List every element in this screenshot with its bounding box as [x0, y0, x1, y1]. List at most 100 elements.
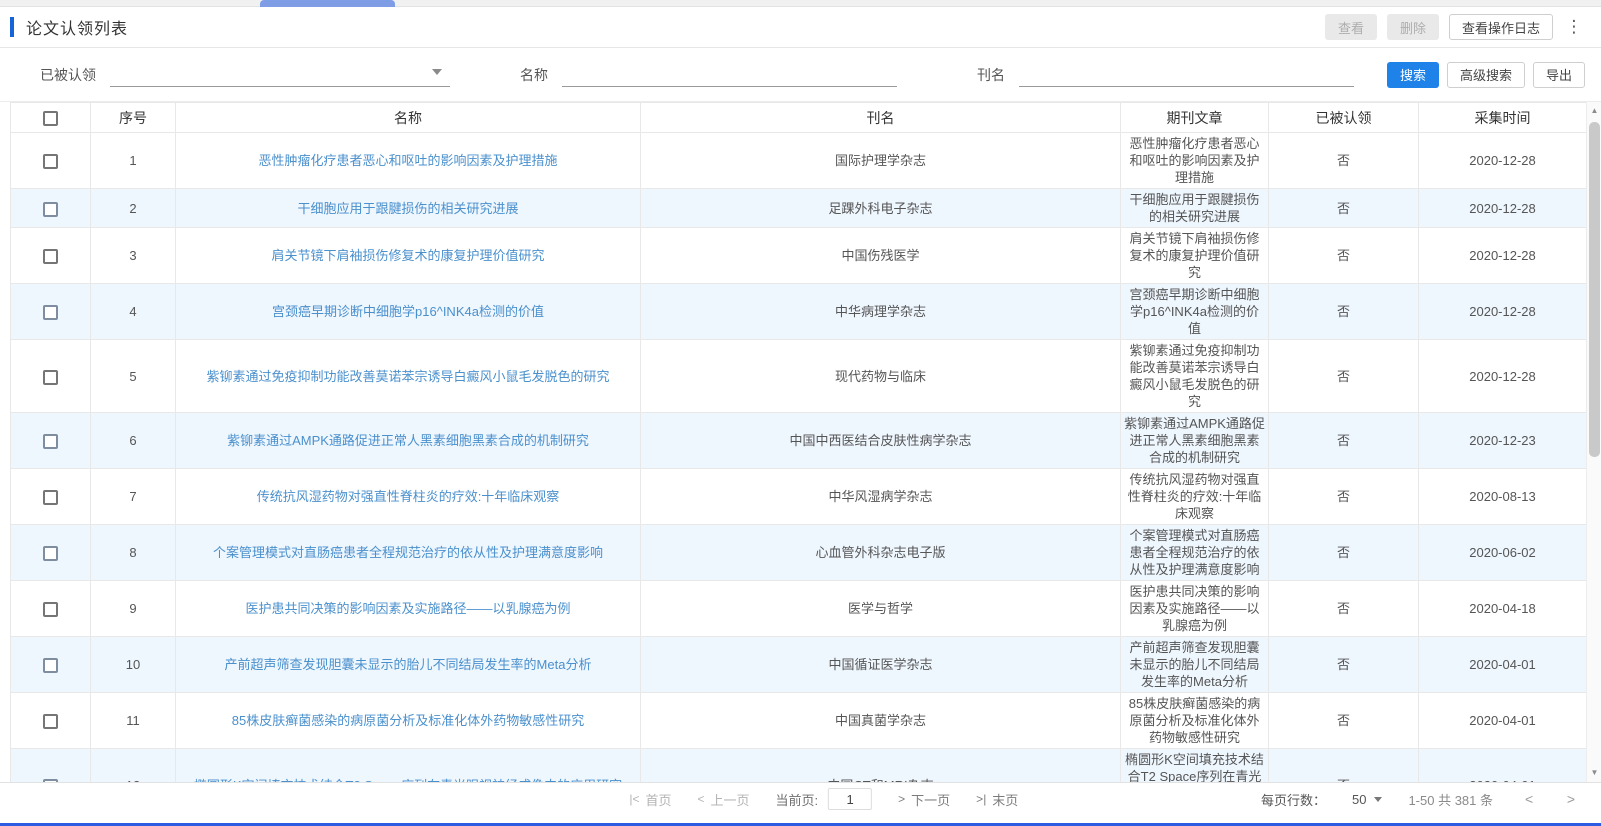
collect-date: 2020-04-01	[1419, 693, 1587, 749]
collect-date: 2020-06-02	[1419, 525, 1587, 581]
range-next-icon[interactable]: >	[1561, 791, 1581, 807]
table-row: 6 紫铆素通过AMPK通路促进正常人黑素细胞黑素合成的机制研究 中国中西医结合皮…	[11, 413, 1587, 469]
row-checkbox-cell	[11, 469, 91, 525]
row-number: 5	[91, 340, 176, 413]
paper-name-cell: 干细胞应用于跟腱损伤的相关研究进展	[176, 189, 641, 228]
paper-title-link[interactable]: 85株皮肤癣菌感染的病原菌分析及标准化体外药物敏感性研究	[232, 713, 584, 728]
journal-name: 中华风湿病学杂志	[641, 469, 1121, 525]
row-checkbox[interactable]	[43, 490, 58, 505]
table-header-row: 序号 名称 刊名 期刊文章 已被认领 采集时间	[11, 103, 1587, 133]
collect-date: 2020-12-28	[1419, 340, 1587, 413]
chevron-down-icon	[1374, 797, 1382, 802]
row-checkbox-cell	[11, 189, 91, 228]
journal-article: 产前超声筛查发现胆囊未显示的胎儿不同结局发生率的Meta分析	[1121, 637, 1269, 693]
claimed-filter-select[interactable]	[110, 63, 450, 87]
row-checkbox[interactable]	[43, 370, 58, 385]
more-options-icon[interactable]: ⋮	[1563, 17, 1585, 37]
view-log-button[interactable]: 查看操作日志	[1449, 14, 1553, 40]
journal-filter-input[interactable]	[1019, 63, 1354, 87]
page-title: 论文认领列表	[26, 15, 128, 39]
first-page-button[interactable]: |< 首页	[629, 790, 671, 809]
journal-article: 椭圆形K空间填充技术结合T2 Space序列在青光眼视神经成像中的应用研究	[1121, 749, 1269, 783]
current-page-input[interactable]	[828, 788, 872, 810]
search-button[interactable]: 搜索	[1387, 62, 1439, 88]
paper-title-link[interactable]: 紫铆素通过免疫抑制功能改善莫诺苯宗诱导白癜风小鼠毛发脱色的研究	[206, 369, 609, 384]
claimed-status: 否	[1269, 693, 1419, 749]
row-checkbox[interactable]	[43, 602, 58, 617]
paper-title-link[interactable]: 宫颈癌早期诊断中细胞学p16^INK4a检测的价值	[272, 304, 544, 319]
scrollbar-thumb[interactable]	[1589, 122, 1600, 457]
last-page-button[interactable]: >| 末页	[976, 790, 1018, 809]
row-checkbox-cell	[11, 228, 91, 284]
select-all-checkbox[interactable]	[43, 111, 58, 126]
pagination-right: 每页行数： 50 1-50 共 381 条 < >	[1261, 790, 1581, 809]
browser-tab-indicator[interactable]	[260, 0, 395, 7]
view-button[interactable]: 查看	[1325, 14, 1377, 40]
prev-page-button[interactable]: < 上一页	[697, 790, 749, 809]
table-row: 10 产前超声筛查发现胆囊未显示的胎儿不同结局发生率的Meta分析 中国循证医学…	[11, 637, 1587, 693]
delete-button[interactable]: 删除	[1387, 14, 1439, 40]
rows-per-page-label: 每页行数：	[1261, 790, 1326, 809]
journal-article: 恶性肿瘤化疗患者恶心和呕吐的影响因素及护理措施	[1121, 133, 1269, 189]
advanced-search-button[interactable]: 高级搜索	[1447, 62, 1525, 88]
row-checkbox[interactable]	[43, 154, 58, 169]
range-prev-icon[interactable]: <	[1519, 791, 1539, 807]
row-checkbox-cell	[11, 284, 91, 340]
paper-title-link[interactable]: 传统抗风湿药物对强直性脊柱炎的疗效:十年临床观察	[257, 489, 560, 504]
paper-title-link[interactable]: 干细胞应用于跟腱损伤的相关研究进展	[297, 201, 518, 216]
row-checkbox[interactable]	[43, 714, 58, 729]
export-button[interactable]: 导出	[1533, 62, 1585, 88]
collect-date: 2020-04-18	[1419, 581, 1587, 637]
row-checkbox[interactable]	[43, 434, 58, 449]
paper-title-link[interactable]: 个案管理模式对直肠癌患者全程规范治疗的依从性及护理满意度影响	[213, 545, 603, 560]
paper-name-cell: 85株皮肤癣菌感染的病原菌分析及标准化体外药物敏感性研究	[176, 693, 641, 749]
scroll-up-icon[interactable]: ▲	[1587, 104, 1601, 118]
next-page-button[interactable]: > 下一页	[898, 790, 950, 809]
collect-date: 2020-12-28	[1419, 228, 1587, 284]
paper-name-cell: 产前超声筛查发现胆囊未显示的胎儿不同结局发生率的Meta分析	[176, 637, 641, 693]
row-checkbox[interactable]	[43, 249, 58, 264]
claimed-filter-label: 已被认领	[40, 65, 96, 85]
bottom-edge-bar	[0, 815, 1601, 826]
browser-top-strip	[0, 0, 1601, 7]
row-checkbox[interactable]	[43, 546, 58, 561]
journal-name: 医学与哲学	[641, 581, 1121, 637]
journal-name: 中华病理学杂志	[641, 284, 1121, 340]
table-row: 11 85株皮肤癣菌感染的病原菌分析及标准化体外药物敏感性研究 中国真菌学杂志 …	[11, 693, 1587, 749]
table-row: 2 干细胞应用于跟腱损伤的相关研究进展 足踝外科电子杂志 干细胞应用于跟腱损伤的…	[11, 189, 1587, 228]
vertical-scrollbar[interactable]: ▲ ▼	[1586, 102, 1601, 782]
paper-name-cell: 宫颈癌早期诊断中细胞学p16^INK4a检测的价值	[176, 284, 641, 340]
paper-title-link[interactable]: 医护患共同决策的影响因素及实施路径——以乳腺癌为例	[245, 601, 570, 616]
col-header-article: 期刊文章	[1121, 103, 1269, 133]
row-checkbox-cell	[11, 340, 91, 413]
row-number: 4	[91, 284, 176, 340]
scroll-down-icon[interactable]: ▼	[1587, 766, 1601, 780]
name-filter-input[interactable]	[562, 63, 897, 87]
row-checkbox-cell	[11, 581, 91, 637]
row-checkbox[interactable]	[43, 305, 58, 320]
paper-title-link[interactable]: 恶性肿瘤化疗患者恶心和呕吐的影响因素及护理措施	[258, 153, 557, 168]
journal-article: 85株皮肤癣菌感染的病原菌分析及标准化体外药物敏感性研究	[1121, 693, 1269, 749]
collect-date: 2020-04-01	[1419, 637, 1587, 693]
rows-per-page-select[interactable]: 每页行数： 50	[1261, 790, 1382, 809]
journal-article: 宫颈癌早期诊断中细胞学p16^INK4a检测的价值	[1121, 284, 1269, 340]
paper-title-link[interactable]: 紫铆素通过AMPK通路促进正常人黑素细胞黑素合成的机制研究	[227, 433, 589, 448]
claimed-status: 否	[1269, 581, 1419, 637]
table-row: 8 个案管理模式对直肠癌患者全程规范治疗的依从性及护理满意度影响 心血管外科杂志…	[11, 525, 1587, 581]
journal-article: 肩关节镜下肩袖损伤修复术的康复护理价值研究	[1121, 228, 1269, 284]
col-header-no: 序号	[91, 103, 176, 133]
row-checkbox[interactable]	[43, 202, 58, 217]
table-row: 9 医护患共同决策的影响因素及实施路径——以乳腺癌为例 医学与哲学 医护患共同决…	[11, 581, 1587, 637]
papers-table: 序号 名称 刊名 期刊文章 已被认领 采集时间 1 恶性肿瘤化疗患者恶心和呕吐的…	[10, 102, 1587, 782]
current-page-label: 当前页:	[776, 790, 819, 809]
paper-name-cell: 医护患共同决策的影响因素及实施路径——以乳腺癌为例	[176, 581, 641, 637]
paper-name-cell: 紫铆素通过免疫抑制功能改善莫诺苯宗诱导白癜风小鼠毛发脱色的研究	[176, 340, 641, 413]
paper-name-cell: 恶性肿瘤化疗患者恶心和呕吐的影响因素及护理措施	[176, 133, 641, 189]
claimed-status: 否	[1269, 189, 1419, 228]
paper-title-link[interactable]: 肩关节镜下肩袖损伤修复术的康复护理价值研究	[271, 248, 544, 263]
claimed-status: 否	[1269, 525, 1419, 581]
paper-title-link[interactable]: 产前超声筛查发现胆囊未显示的胎儿不同结局发生率的Meta分析	[225, 657, 592, 672]
row-number: 2	[91, 189, 176, 228]
app-window: 论文认领列表 查看 删除 查看操作日志 ⋮ 已被认领 名称 刊名 搜索 高级搜索…	[0, 0, 1601, 826]
row-checkbox[interactable]	[43, 658, 58, 673]
